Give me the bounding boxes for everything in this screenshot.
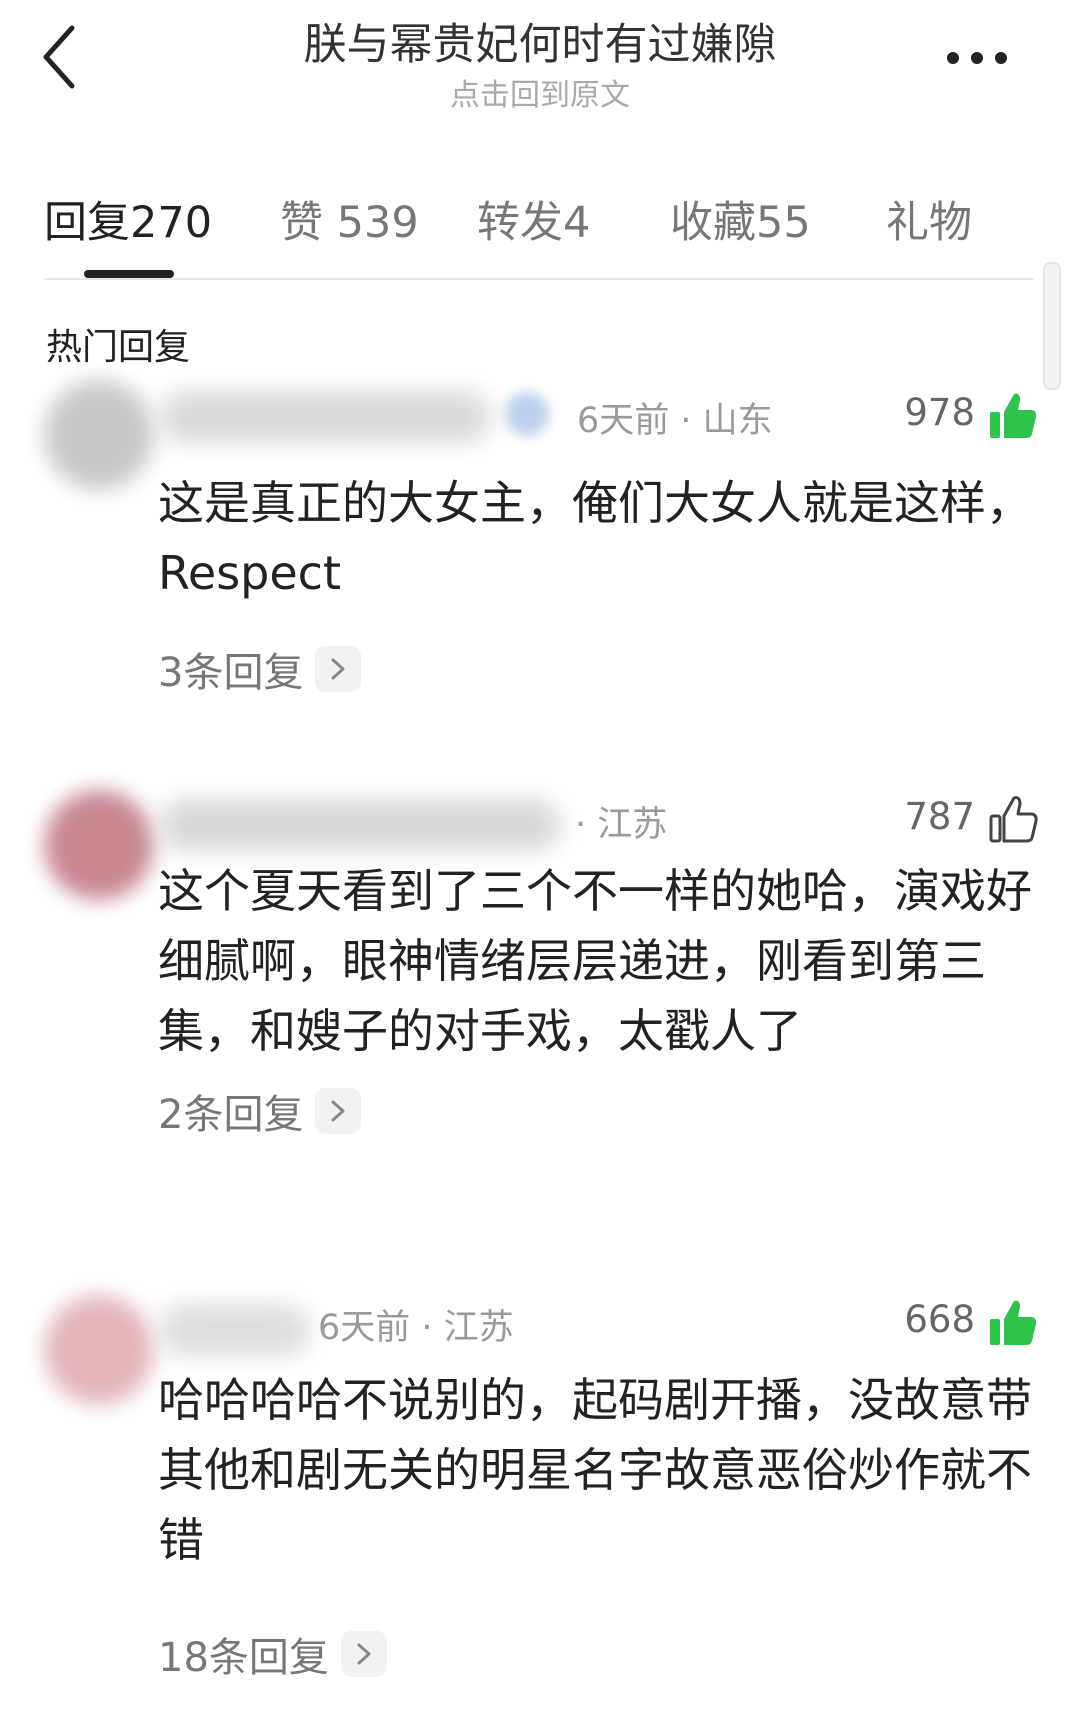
like-button[interactable] [988, 794, 1038, 844]
verified-badge-icon [505, 392, 549, 436]
username-blurred[interactable] [160, 1305, 310, 1355]
avatar[interactable] [44, 790, 154, 900]
like-count: 668 [904, 1298, 975, 1341]
comment-text: 这是真正的大女主，俺们大女人就是这样，Respect [158, 476, 1032, 600]
tab-bar: 回复270 赞 539 转发4 收藏55 礼物 [44, 180, 1044, 280]
comment-text: 哈哈哈哈不说别的，起码剧开播，没故意带其他和剧无关的明星名字故意恶俗炒作就不错 [158, 1373, 1032, 1567]
active-tab-indicator [84, 270, 174, 278]
scrollbar[interactable] [1043, 262, 1061, 390]
section-title-hot-replies: 热门回复 [46, 327, 191, 368]
page-title: 朕与幂贵妃何时有过嫌隙 [303, 20, 777, 70]
thumbs-up-icon [990, 393, 1037, 438]
more-dots-icon [947, 52, 1007, 64]
chevron-right-icon [315, 646, 362, 692]
view-replies-button[interactable]: 2条回复 [158, 1082, 362, 1140]
username-blurred[interactable] [160, 800, 560, 850]
view-replies-button[interactable]: 18条回复 [158, 1625, 387, 1683]
username-blurred[interactable] [160, 392, 490, 442]
comment-meta: · 江苏 [575, 805, 668, 845]
top-bar: 朕与幂贵妃何时有过嫌隙 点击回到原文 [0, 0, 1080, 120]
back-button[interactable] [38, 22, 88, 92]
comment-meta: 6天前 · 江苏 [318, 1308, 514, 1348]
avatar[interactable] [44, 1295, 154, 1405]
like-count: 978 [904, 391, 975, 434]
tab-reposts[interactable]: 转发4 [477, 188, 590, 250]
like-count: 787 [904, 795, 975, 838]
chevron-left-icon [43, 25, 75, 89]
thumbs-up-icon [989, 796, 1038, 843]
back-to-original-link[interactable]: 点击回到原文 [200, 70, 880, 114]
chevron-right-icon [340, 1631, 387, 1677]
comment-text: 这个夏天看到了三个不一样的她哈，演戏好细腻啊，眼神情绪层层递进，刚看到第三集，和… [158, 864, 1032, 1058]
chevron-right-icon [315, 1088, 362, 1134]
comment-meta: 6天前 · 山东 [577, 401, 773, 441]
tabs-divider [44, 278, 1034, 280]
more-button[interactable] [945, 38, 1015, 78]
tab-replies[interactable]: 回复270 [44, 188, 212, 250]
thumbs-up-icon [990, 1300, 1037, 1345]
like-button[interactable] [988, 390, 1038, 440]
like-button[interactable] [988, 1297, 1038, 1347]
view-replies-button[interactable]: 3条回复 [158, 640, 362, 698]
tab-gifts[interactable]: 礼物 [886, 188, 972, 250]
avatar[interactable] [44, 380, 154, 490]
tab-likes[interactable]: 赞 539 [280, 188, 419, 250]
tab-favorites[interactable]: 收藏55 [670, 188, 811, 250]
